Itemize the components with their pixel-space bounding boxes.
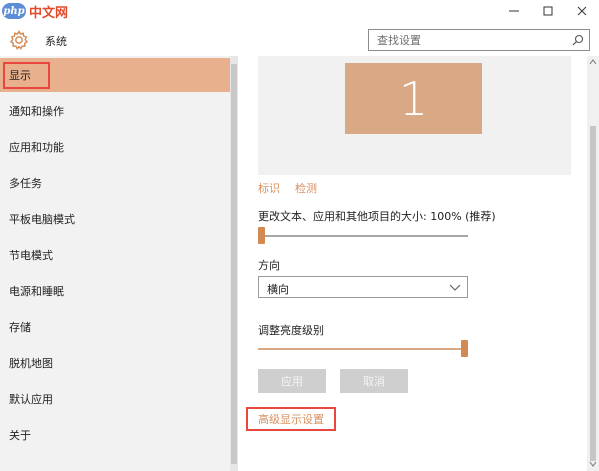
brightness-slider-fill <box>258 348 465 350</box>
maximize-icon <box>543 6 553 16</box>
advanced-display-settings-link[interactable]: 高级显示设置 <box>246 407 336 431</box>
sidebar-item-label: 多任务 <box>9 177 42 190</box>
minimize-icon <box>509 10 519 12</box>
close-icon <box>577 6 587 16</box>
minimize-button[interactable] <box>497 0 531 22</box>
sidebar-item-offline-maps[interactable]: 脱机地图 <box>0 346 230 380</box>
apply-button[interactable]: 应用 <box>258 369 326 393</box>
sidebar-item-label: 通知和操作 <box>9 105 64 118</box>
sidebar-item-label: 应用和功能 <box>9 141 64 154</box>
sidebar-item-label: 电源和睡眠 <box>9 285 64 298</box>
sidebar-item-about[interactable]: 关于 <box>0 418 230 452</box>
sidebar-item-label: 节电模式 <box>9 249 53 262</box>
scale-slider-thumb[interactable] <box>258 227 265 244</box>
chevron-down-icon <box>449 284 461 291</box>
sidebar-item-label: 脱机地图 <box>9 357 53 370</box>
detect-link[interactable]: 检测 <box>295 180 317 196</box>
watermark-logo: php 中文网 <box>2 1 68 21</box>
settings-header: 系统 <box>0 26 599 56</box>
sidebar-item-default-apps[interactable]: 默认应用 <box>0 382 230 416</box>
monitor-tile[interactable]: 1 <box>345 63 482 134</box>
display-preview: 1 <box>258 56 571 175</box>
orientation-dropdown[interactable]: 横向 <box>258 276 468 298</box>
brightness-slider-thumb[interactable] <box>461 340 468 357</box>
sidebar-item-multitasking[interactable]: 多任务 <box>0 166 230 200</box>
brightness-label: 调整亮度级别 <box>258 324 324 337</box>
sidebar: 显示 通知和操作 应用和功能 多任务 平板电脑模式 节电模式 电源和睡眠 存储 … <box>0 56 238 471</box>
orientation-value: 横向 <box>267 283 289 296</box>
app-title: 系统 <box>45 35 67 48</box>
sidebar-item-label: 平板电脑模式 <box>9 213 75 226</box>
close-button[interactable] <box>565 0 599 22</box>
sidebar-item-display[interactable]: 显示 <box>0 58 230 92</box>
watermark-text: 中文网 <box>29 5 69 21</box>
title-bar: php 中文网 <box>0 0 599 22</box>
scroll-down-icon[interactable] <box>588 460 598 468</box>
sidebar-item-label: 默认应用 <box>9 393 53 406</box>
maximize-button[interactable] <box>531 0 565 22</box>
main-scroll-thumb[interactable] <box>590 126 596 461</box>
sidebar-item-notifications[interactable]: 通知和操作 <box>0 94 230 128</box>
sidebar-item-battery-saver[interactable]: 节电模式 <box>0 238 230 272</box>
search-icon[interactable] <box>572 34 584 46</box>
cancel-button[interactable]: 取消 <box>340 369 408 393</box>
orientation-label: 方向 <box>258 259 280 272</box>
scroll-up-icon[interactable] <box>588 58 598 66</box>
search-box[interactable] <box>368 29 590 51</box>
sidebar-scroll-thumb[interactable] <box>231 64 237 464</box>
sidebar-item-storage[interactable]: 存储 <box>0 310 230 344</box>
sidebar-item-label: 存储 <box>9 321 31 334</box>
sidebar-item-apps[interactable]: 应用和功能 <box>0 130 230 164</box>
scale-label: 更改文本、应用和其他项目的大小: 100% (推荐) <box>258 210 496 223</box>
gear-icon <box>9 30 29 50</box>
display-settings-panel: 1 标识 检测 更改文本、应用和其他项目的大小: 100% (推荐) 方向 横向… <box>238 56 599 471</box>
advanced-link-label: 高级显示设置 <box>258 413 324 426</box>
sidebar-item-tablet-mode[interactable]: 平板电脑模式 <box>0 202 230 236</box>
identify-link[interactable]: 标识 <box>258 180 280 196</box>
sidebar-item-power-sleep[interactable]: 电源和睡眠 <box>0 274 230 308</box>
monitor-number: 1 <box>398 71 429 126</box>
sidebar-item-label: 关于 <box>9 429 31 442</box>
scale-slider-track <box>258 235 468 237</box>
highlight-box <box>3 62 50 89</box>
watermark-badge: php <box>2 3 26 19</box>
search-input[interactable] <box>369 30 565 50</box>
